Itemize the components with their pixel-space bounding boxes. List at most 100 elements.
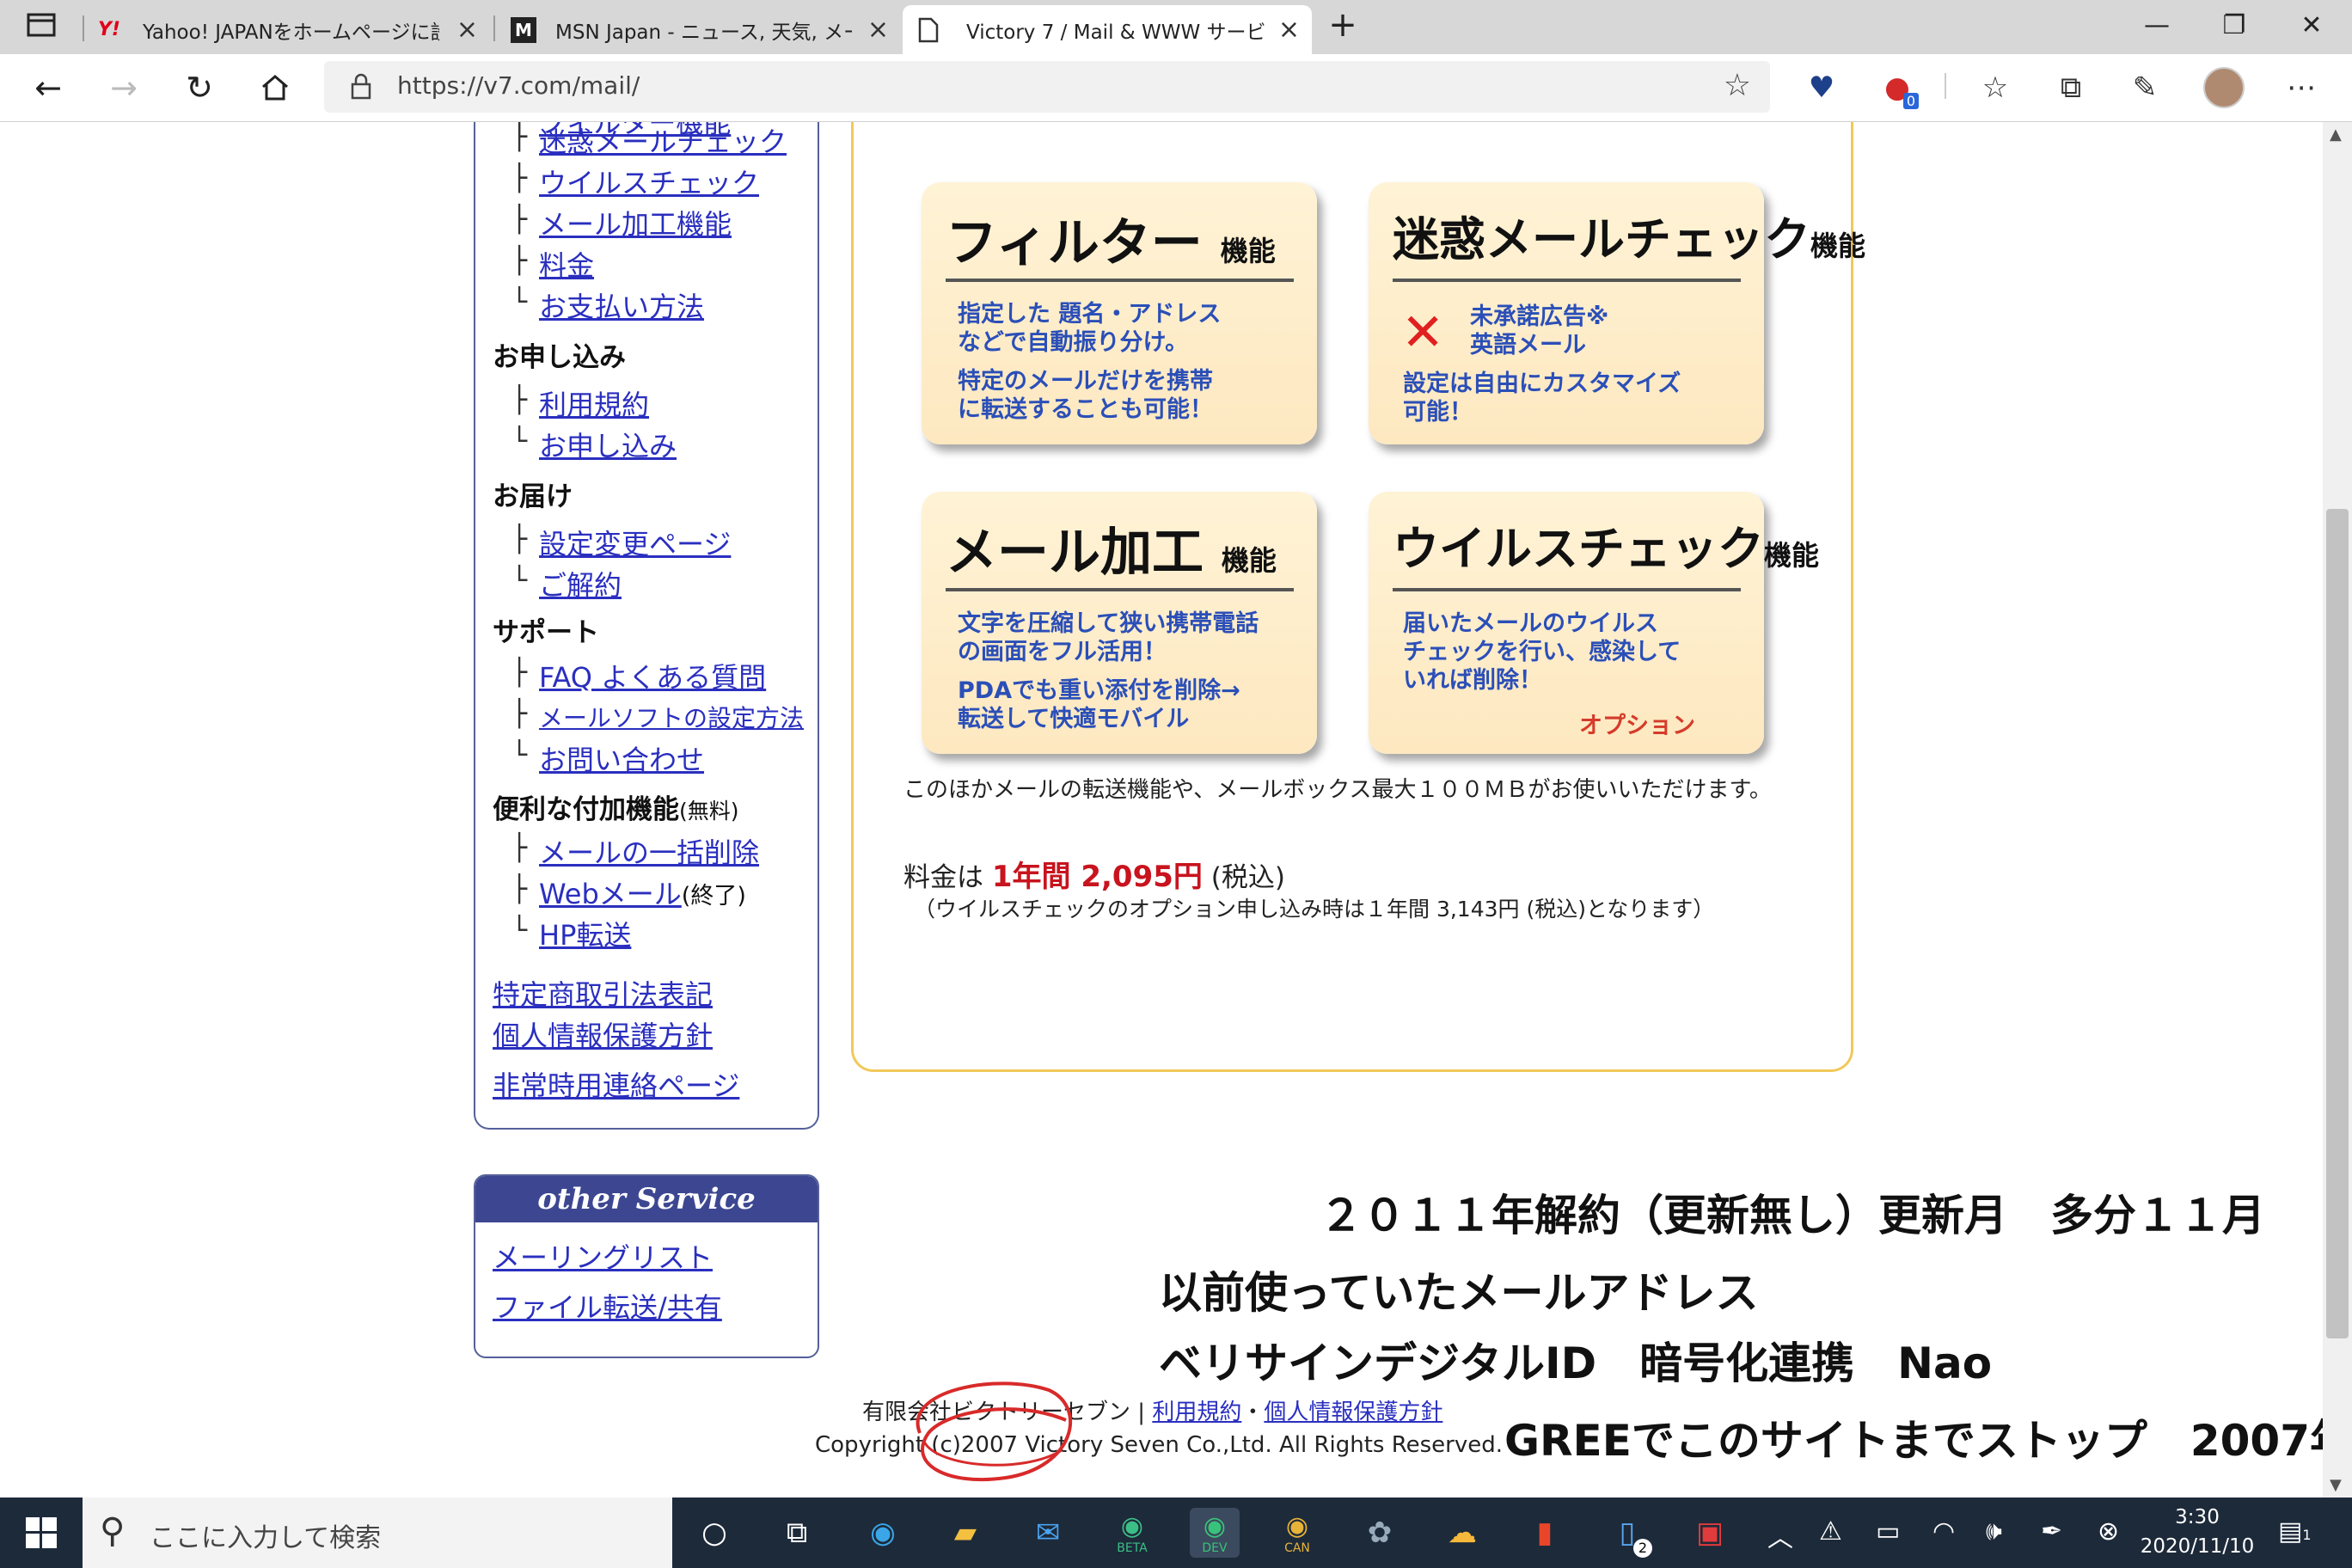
nav-link-privacy[interactable]: 個人情報保護方針 [493,1014,713,1054]
card-text: PDAでも重い添付を削除→ 転送して快適モバイル [958,677,1240,732]
restore-button[interactable]: ❐ [2196,0,2273,50]
windows-taskbar: ⚲ ここに入力して検索 ○ ⧉ ◉ ▰ ✉ ◉ BETA ◉ DEV ◉ CAN ✿ … [0,1498,2352,1568]
nav-link-contact[interactable]: お問い合わせ [539,738,704,778]
nav-link-mail-software-setup[interactable]: メールソフトの設定方法 [539,700,804,734]
volume-icon[interactable]: 🕪 [1986,1516,2002,1547]
edge-canary-icon[interactable]: ◉ CAN [1272,1508,1322,1558]
nav-link-payment[interactable]: お支払い方法 [539,285,704,325]
nav-link-terms[interactable]: 利用規約 [539,383,649,423]
tab-title: Victory 7 / Mail & WWW サービス [966,21,1267,44]
card-text: 文字を圧縮して狭い携帯電話 の画面をフル活用！ [958,610,1259,665]
edge-dev-icon[interactable]: ◉ DEV [1190,1508,1240,1558]
new-tab-button[interactable]: + [1317,0,1369,50]
scroll-down-arrow-icon[interactable]: ▼ [2330,1476,2342,1494]
other-service-box: other Service メーリングリスト ファイル転送/共有 [474,1174,819,1358]
favorite-star-icon[interactable]: ☆ [1724,68,1751,103]
red-extension-icon[interactable]: ● 0 [1876,66,1919,109]
nav-link-virus-check[interactable]: ウイルスチェック [539,162,759,201]
link-mailing-list[interactable]: メーリングリスト [493,1236,713,1276]
card-divider [1393,588,1741,591]
profile-avatar[interactable] [2202,66,2245,109]
minimize-button[interactable]: — [2118,0,2196,50]
memo-line-3: ベリサインデジタルID 暗号化連携 Nao [1159,1338,1993,1388]
files-icon[interactable]: ▯ 2 [1602,1508,1652,1558]
app-icon[interactable]: ✿ [1355,1508,1405,1558]
nav-link-mail-processing[interactable]: メール加工機能 [539,203,732,242]
nav-link-commerce-law[interactable]: 特定商取引法表記 [493,973,713,1013]
close-circle-icon[interactable]: ⊗ [2098,1516,2119,1547]
office-icon[interactable]: ▮ [1520,1508,1570,1558]
settings-menu-icon[interactable]: ⋯ [2280,66,2323,109]
heart-extension-icon[interactable]: ♥ [1800,66,1843,109]
weather-icon[interactable]: ☁ [1437,1508,1487,1558]
card-title: 迷惑メールチェック機能 [1393,211,1866,266]
task-view-icon[interactable]: ⧉ [772,1508,822,1558]
url-text[interactable]: https://v7.com/mail/ [397,71,640,100]
nav-link-emergency[interactable]: 非常時用連絡ページ [493,1064,739,1104]
refresh-button[interactable]: ↻ [174,63,225,113]
price-note: （ウイルスチェックのオプション申し込み時は１年間 3,143円 (税込)となりま… [914,897,1715,922]
scrollbar-thumb[interactable] [2326,509,2349,1338]
memo-line-2: 以前使っていたメールアドレス [1159,1268,1759,1318]
edge-icon[interactable]: ◉ [858,1508,908,1558]
feedback-icon[interactable]: ✎ [2123,66,2166,109]
footer-privacy-link[interactable]: 個人情報保護方針 [1264,1400,1442,1425]
warning-icon[interactable]: ⚠ [1819,1516,1842,1547]
forward-button[interactable]: → [98,63,150,113]
link-file-transfer[interactable]: ファイル転送/共有 [493,1286,722,1326]
nav-link-bulk-delete[interactable]: メールの一括削除 [539,831,759,871]
battery-icon[interactable]: ▭ [1876,1516,1900,1547]
close-tab-icon[interactable]: × [867,15,889,45]
feature-note: このほかメールの転送機能や、メールボックス最大１００ＭＢがお使いいただけます。 [903,777,1772,803]
nav-link-apply[interactable]: お申し込み [539,425,677,464]
back-button[interactable]: ← [22,63,74,113]
show-hidden-icons-icon[interactable]: ︿ [1767,1516,1793,1554]
nav-link-hp-forward[interactable]: HP転送 [539,914,631,953]
nav-link-spam-check[interactable]: 迷惑メールチェック [539,122,787,160]
nav-link-settings-change[interactable]: 設定変更ページ [539,523,731,562]
address-bar[interactable]: https://v7.com/mail/ ☆ [324,61,1770,113]
close-window-button[interactable]: ✕ [2273,0,2350,50]
toolbar-separator [1945,73,1946,99]
card-title: メール加工 機能 [946,523,1277,583]
nav-link-price[interactable]: 料金 [539,244,594,284]
page-viewport: ├ フィルター機能 ├迷惑メールチェック ├ウイルスチェック ├メール加工機能 … [0,122,2323,1498]
tab-separator [493,15,495,41]
nav-link-cancel[interactable]: ご解約 [539,564,622,603]
feature-card-spam-check: 迷惑メールチェック機能 ✕ 未承諾広告※ 英語メール 設定は自由にカスタマイズ 可能… [1369,182,1865,444]
feature-card-virus-check: ウイルスチェック機能 届いたメールのウイルス チェックを行い、感染して いれば削除！… [1369,492,1819,754]
pen-icon[interactable]: ✒ [2041,1516,2062,1547]
nav-heading-addons: 便利な付加機能(無料) [493,794,739,825]
vertical-scrollbar[interactable]: ▲ ▼ [2323,122,2352,1498]
scroll-up-arrow-icon[interactable]: ▲ [2330,126,2342,144]
tab-victory7[interactable]: Victory 7 / Mail & WWW サービス × [903,5,1312,54]
close-tab-icon[interactable]: × [456,15,478,45]
start-button[interactable] [0,1498,83,1568]
tab-msn[interactable]: M MSN Japan - ニュース, 天気, メール × [497,5,901,54]
notification-center-icon[interactable]: ▤1 [2278,1516,2312,1547]
edge-beta-icon[interactable]: ◉ BETA [1107,1508,1157,1558]
card-divider [946,279,1294,282]
wifi-icon[interactable]: ◠ [1932,1516,1955,1547]
printer-app-icon[interactable]: ▣ [1685,1508,1735,1558]
msn-favicon-icon: M [511,17,536,43]
option-label: オプション [1579,713,1695,739]
tab-actions-icon [27,13,56,37]
nav-link-webmail[interactable]: Webメール [539,878,682,910]
cortana-icon[interactable]: ○ [689,1508,739,1558]
footer-terms-link[interactable]: 利用規約 [1152,1400,1241,1425]
page-favicon-icon [918,17,939,42]
close-tab-icon[interactable]: × [1278,15,1300,45]
file-explorer-icon[interactable]: ▰ [940,1508,990,1558]
favorites-icon[interactable]: ☆ [1974,66,2017,109]
nav-link-faq[interactable]: FAQ よくある質問 [539,656,766,695]
tab-actions-button[interactable] [0,0,83,50]
home-button[interactable] [249,63,301,113]
price-line: 料金は 1年間 2,095円 (税込) [903,860,1285,894]
tab-yahoo[interactable]: Y! Yahoo! JAPANをホームページに設定 × [86,5,490,54]
taskbar-clock[interactable]: 3:30 2020/11/10 [2137,1503,2257,1561]
mail-icon[interactable]: ✉ [1023,1508,1073,1558]
taskbar-search-box[interactable]: ⚲ ここに入力して検索 [83,1498,672,1568]
clock-time: 3:30 [2175,1506,2220,1528]
collections-icon[interactable]: ⧉ [2049,66,2092,109]
